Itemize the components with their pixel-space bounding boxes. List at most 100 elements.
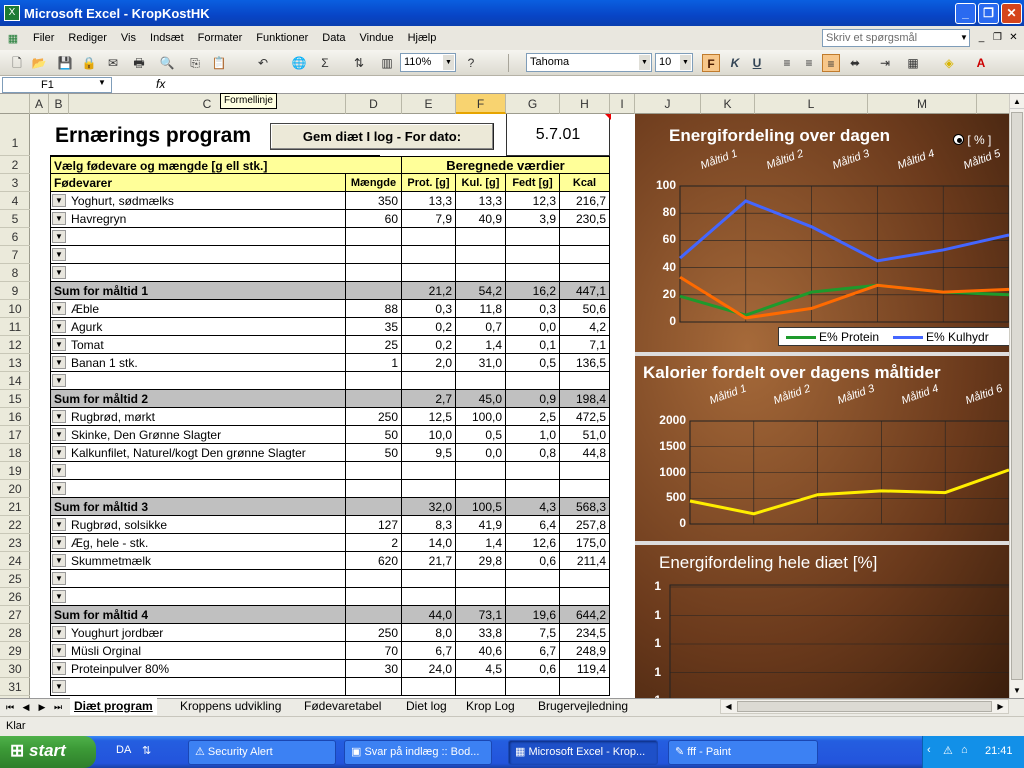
food-dropdown-icon[interactable]: ▼ [52,518,66,531]
value-cell-f[interactable]: 0,5 [506,354,560,372]
value-cell-p[interactable] [402,588,456,606]
value-cell-k[interactable]: 11,8 [456,300,506,318]
chart-energy-whole-diet[interactable]: Energifordeling hele diæt [%] 11111 [635,545,1009,698]
food-cell[interactable] [50,246,346,264]
value-cell-amt[interactable]: 35 [346,318,402,336]
value-cell-amt[interactable] [346,480,402,498]
scroll-thumb[interactable] [1011,112,1023,680]
value-cell-kcal[interactable]: 136,5 [560,354,610,372]
tab-diaet-program[interactable]: Diæt program [70,698,157,715]
value-cell-p[interactable] [402,228,456,246]
value-cell-kcal[interactable] [560,570,610,588]
value-cell-kcal[interactable]: 51,0 [560,426,610,444]
value-cell-p[interactable]: 0,2 [402,318,456,336]
chevron-down-icon[interactable]: ▼ [958,29,970,47]
align-right-icon[interactable]: ≡ [822,54,840,72]
column-header-i[interactable]: I [610,94,635,114]
food-cell[interactable]: Tomat [50,336,346,354]
value-cell-kcal[interactable] [560,372,610,390]
food-dropdown-icon[interactable]: ▼ [52,644,66,657]
value-cell-k[interactable]: 0,5 [456,426,506,444]
menu-formater[interactable]: Formater [191,32,250,44]
row-header[interactable]: 7 [0,246,30,264]
value-cell-k[interactable]: 4,5 [456,660,506,678]
value-cell-p[interactable]: 12,5 [402,408,456,426]
food-dropdown-icon[interactable]: ▼ [52,572,66,585]
column-header-b[interactable]: B [49,94,69,114]
value-cell-kcal[interactable]: 198,4 [560,390,610,408]
row-header[interactable]: 19 [0,462,30,480]
row-header[interactable]: 6 [0,228,30,246]
value-cell-kcal[interactable]: 216,7 [560,192,610,210]
value-cell-kcal[interactable] [560,228,610,246]
row-header[interactable]: 3 [0,174,30,192]
menu-rediger[interactable]: Rediger [61,32,114,44]
value-cell-kcal[interactable]: 472,5 [560,408,610,426]
new-file-icon[interactable]: 🗋 [8,54,26,72]
value-cell-f[interactable]: 0,6 [506,660,560,678]
date-cell[interactable]: 5.7.01 [506,114,610,156]
value-cell-amt[interactable]: 88 [346,300,402,318]
value-cell-f[interactable] [506,480,560,498]
row-header[interactable]: 9 [0,282,30,300]
italic-button[interactable]: K [726,54,744,72]
value-cell-amt[interactable]: 2 [346,534,402,552]
value-cell-kcal[interactable] [560,462,610,480]
value-cell-amt[interactable] [346,390,402,408]
food-cell[interactable] [50,372,346,390]
tray-expand-icon[interactable]: ‹ [927,744,931,756]
value-cell-p[interactable] [402,462,456,480]
value-cell-f[interactable] [506,264,560,282]
value-cell-p[interactable] [402,570,456,588]
font-color-icon[interactable]: A [972,54,990,72]
value-cell-amt[interactable]: 250 [346,408,402,426]
value-cell-p[interactable]: 7,9 [402,210,456,228]
food-cell[interactable] [50,678,346,696]
horizontal-scrollbar[interactable]: ◀ ▶ [720,699,1009,714]
close-button[interactable]: ✕ [1001,3,1022,24]
food-dropdown-icon[interactable]: ▼ [52,662,66,675]
value-cell-p[interactable]: 0,2 [402,336,456,354]
value-cell-p[interactable] [402,372,456,390]
task-browser[interactable]: ▣ Svar på indlæg :: Bod... [344,740,492,765]
food-cell[interactable]: Æble [50,300,346,318]
minimize-button[interactable]: _ [955,3,976,24]
row-header[interactable]: 24 [0,552,30,570]
value-cell-f[interactable] [506,228,560,246]
value-cell-f[interactable]: 0,1 [506,336,560,354]
value-cell-k[interactable] [456,246,506,264]
value-cell-kcal[interactable] [560,480,610,498]
food-cell[interactable]: Müsli Orginal [50,642,346,660]
row-header[interactable]: 8 [0,264,30,282]
food-dropdown-icon[interactable]: ▼ [52,194,66,207]
value-cell-k[interactable]: 0,7 [456,318,506,336]
value-cell-p[interactable] [402,264,456,282]
value-cell-p[interactable]: 21,7 [402,552,456,570]
value-cell-f[interactable]: 19,6 [506,606,560,624]
value-cell-kcal[interactable]: 257,8 [560,516,610,534]
value-cell-kcal[interactable]: 44,8 [560,444,610,462]
value-cell-amt[interactable] [346,372,402,390]
value-cell-k[interactable] [456,588,506,606]
column-header-m[interactable]: M [868,94,977,114]
value-cell-kcal[interactable]: 4,2 [560,318,610,336]
row-header[interactable]: 2 [0,156,30,174]
scroll-up-icon[interactable]: ▲ [1010,94,1024,109]
row-header[interactable]: 10 [0,300,30,318]
food-cell[interactable]: Sum for måltid 1 [50,282,346,300]
food-cell[interactable]: Youghurt jordbær [50,624,346,642]
food-cell[interactable]: Yoghurt, sødmælks [50,192,346,210]
scroll-down-icon[interactable]: ▼ [1010,683,1024,698]
menu-hjaelp[interactable]: Hjælp [401,32,444,44]
column-header-k[interactable]: K [701,94,755,114]
food-cell[interactable]: Sum for måltid 3 [50,498,346,516]
row-header[interactable]: 14 [0,372,30,390]
value-cell-k[interactable]: 33,8 [456,624,506,642]
font-size-select[interactable]: 10 ▼ [655,53,693,72]
value-cell-k[interactable]: 31,0 [456,354,506,372]
value-cell-p[interactable] [402,480,456,498]
food-cell[interactable] [50,588,346,606]
value-cell-k[interactable] [456,480,506,498]
scroll-left-icon[interactable]: ◀ [721,700,736,713]
value-cell-k[interactable] [456,228,506,246]
